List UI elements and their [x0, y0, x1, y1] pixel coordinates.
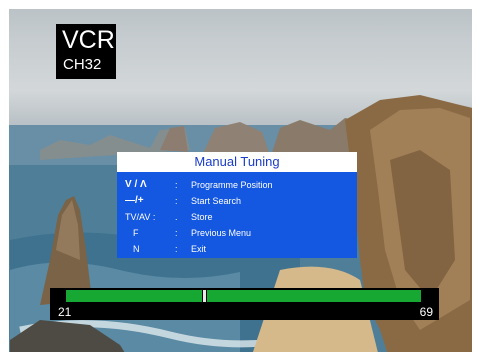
menu-separator: . [175, 212, 178, 222]
tuning-fill-right [207, 290, 421, 302]
menu-separator: : [175, 244, 178, 254]
key-minus-plus: —/+ [125, 195, 144, 206]
key-tv-av: TV/AV : [125, 212, 156, 222]
tuning-track [66, 290, 421, 302]
source-channel-indicator: VCR CH32 [56, 24, 116, 79]
menu-body: V / Λ : Programme Position —/+ : Start S… [117, 172, 357, 258]
menu-separator: : [175, 180, 178, 190]
menu-item-label: Exit [191, 244, 207, 254]
manual-tuning-menu: Manual Tuning V / Λ : Programme Position… [117, 152, 357, 258]
key-up-down: V / Λ [125, 179, 147, 190]
menu-title: Manual Tuning [117, 152, 357, 172]
tuning-max-channel: 69 [419, 305, 433, 319]
channel-label: CH32 [63, 56, 102, 73]
key-n: N [133, 244, 140, 254]
menu-item-label: Programme Position [191, 180, 273, 190]
source-label: VCR [62, 26, 115, 54]
tuning-min-channel: 21 [58, 305, 72, 319]
menu-item-label: Previous Menu [191, 228, 252, 238]
tuning-fill-left [66, 290, 202, 302]
menu-item-previous-menu[interactable]: F : Previous Menu [117, 225, 357, 241]
tuning-progress-bar: 21 69 [50, 288, 439, 320]
tuning-position-marker [203, 290, 206, 302]
menu-item-label: Store [191, 212, 213, 222]
menu-item-start-search[interactable]: —/+ : Start Search [117, 193, 357, 209]
menu-item-store[interactable]: TV/AV : . Store [117, 209, 357, 225]
menu-separator: : [175, 196, 178, 206]
key-f: F [133, 228, 139, 238]
menu-separator: : [175, 228, 178, 238]
menu-item-exit[interactable]: N : Exit [117, 241, 357, 257]
menu-item-programme-position[interactable]: V / Λ : Programme Position [117, 177, 357, 193]
menu-item-label: Start Search [191, 196, 242, 206]
